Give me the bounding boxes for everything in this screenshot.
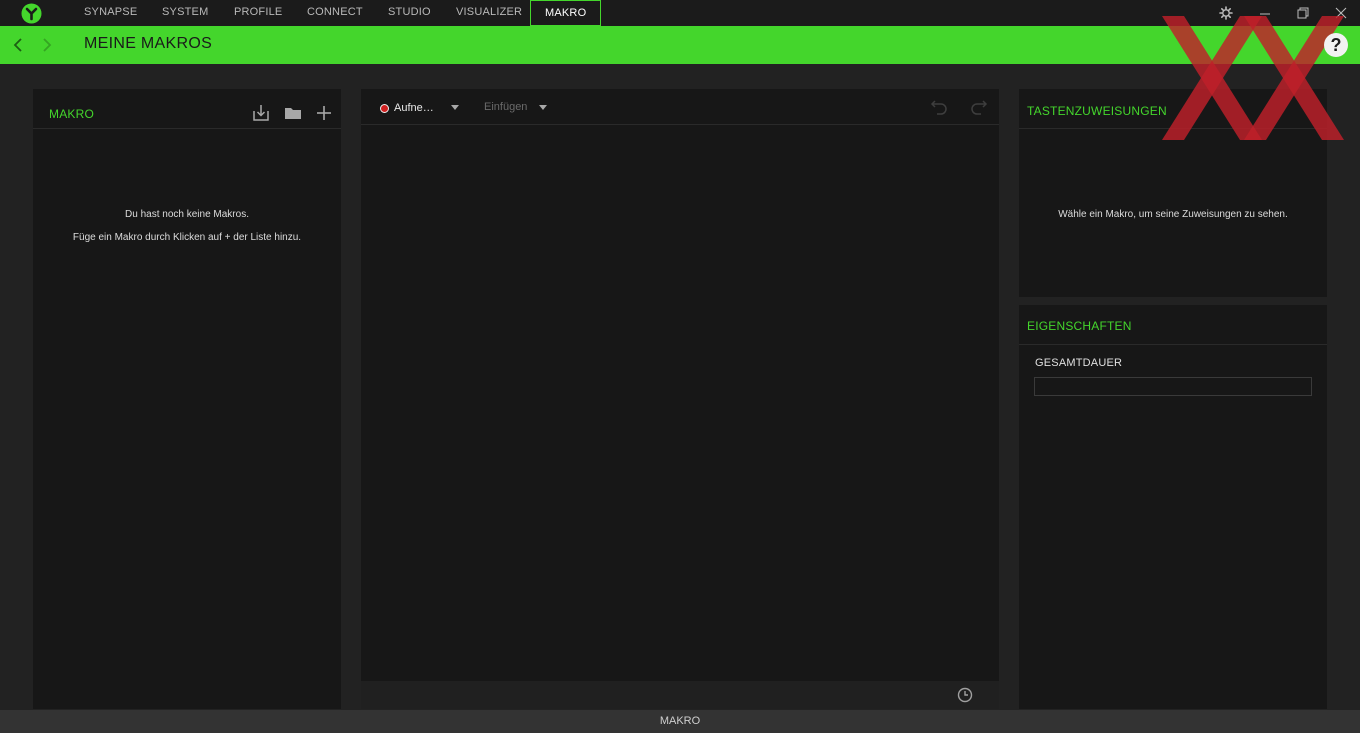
tab-makro[interactable]: MAKRO xyxy=(530,0,602,26)
macro-panel-title: MAKRO xyxy=(49,107,95,121)
tab-connect[interactable]: CONNECT xyxy=(307,0,363,26)
minimize-icon[interactable] xyxy=(1257,5,1273,21)
tab-visualizer[interactable]: VISUALIZER xyxy=(456,0,522,26)
record-dropdown-icon[interactable] xyxy=(451,105,459,110)
insert-button[interactable]: Einfügen xyxy=(484,101,527,113)
redo-icon[interactable] xyxy=(969,96,989,116)
tab-synapse[interactable]: SYNAPSE xyxy=(84,0,137,26)
divider xyxy=(33,128,341,129)
timer-clock-icon[interactable] xyxy=(955,685,975,705)
chevron-right-icon[interactable] xyxy=(37,35,57,55)
chevron-left-icon[interactable] xyxy=(8,35,28,55)
assignments-panel-title: TASTENZUWEISUNGEN xyxy=(1027,104,1167,118)
macro-list-panel: MAKRO Du hast noch keine Makros. Füge ei… xyxy=(33,89,341,709)
top-nav-bar: SYNAPSE SYSTEM PROFILE CONNECT STUDIO VI… xyxy=(0,0,1360,26)
status-bar-label: MAKRO xyxy=(659,715,701,727)
tab-profile[interactable]: PROFILE xyxy=(234,0,282,26)
record-label: Aufne… xyxy=(394,102,434,114)
undo-icon[interactable] xyxy=(929,96,949,116)
total-duration-field[interactable] xyxy=(1034,377,1312,396)
help-button[interactable]: ? xyxy=(1324,33,1348,57)
close-icon[interactable] xyxy=(1333,5,1349,21)
key-assignments-panel: TASTENZUWEISUNGEN Wähle ein Makro, um se… xyxy=(1019,89,1327,297)
page-title: MEINE MAKROS xyxy=(84,35,213,52)
status-bar: MAKRO xyxy=(0,710,1360,733)
divider xyxy=(1019,128,1327,129)
properties-panel-title: EIGENSCHAFTEN xyxy=(1027,319,1132,333)
divider xyxy=(361,124,999,125)
insert-dropdown-icon[interactable] xyxy=(539,105,547,110)
total-duration-label: GESAMTDAUER xyxy=(1035,357,1123,369)
tab-system[interactable]: SYSTEM xyxy=(162,0,208,26)
assignments-empty-text: Wähle ein Makro, um seine Zuweisungen zu… xyxy=(1058,209,1288,220)
empty-state-hint: Füge ein Makro durch Klicken auf + der L… xyxy=(72,232,302,243)
page-header: MEINE MAKROS xyxy=(0,26,1360,64)
tab-studio[interactable]: STUDIO xyxy=(388,0,431,26)
add-icon[interactable] xyxy=(314,103,334,123)
divider xyxy=(1019,344,1327,345)
macro-editor-panel xyxy=(361,89,999,681)
empty-state-text: Du hast noch keine Makros. xyxy=(125,209,249,220)
import-icon[interactable] xyxy=(251,103,271,123)
editor-footer xyxy=(361,681,999,709)
restore-icon[interactable] xyxy=(1295,5,1311,21)
razer-logo-icon[interactable] xyxy=(21,3,42,24)
folder-icon[interactable] xyxy=(283,103,303,123)
record-button[interactable]: Aufne… xyxy=(380,100,434,116)
settings-gear-icon[interactable] xyxy=(1218,5,1234,21)
record-dot-icon xyxy=(380,103,389,113)
